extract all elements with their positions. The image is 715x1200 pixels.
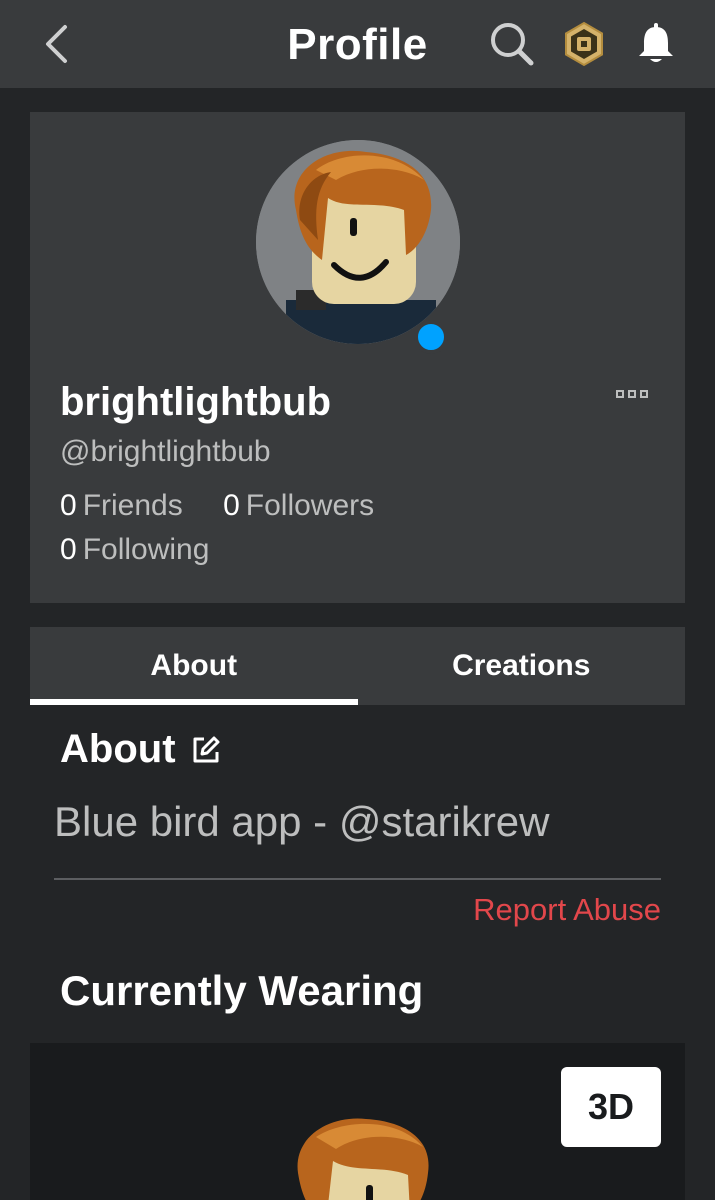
- avatar-image: [256, 140, 460, 344]
- more-dot-icon: [640, 390, 648, 398]
- report-abuse-link[interactable]: Report Abuse: [473, 892, 661, 928]
- avatar-3d-preview[interactable]: [288, 1113, 438, 1200]
- about-description: Blue bird app - @starikrew: [54, 798, 550, 845]
- notifications-button[interactable]: [632, 20, 680, 68]
- profile-tabs: About Creations: [30, 627, 685, 705]
- following-stat[interactable]: 0 Following: [60, 533, 209, 567]
- tab-creations[interactable]: Creations: [358, 627, 686, 705]
- avatar[interactable]: [256, 140, 460, 354]
- edit-icon[interactable]: [190, 734, 222, 766]
- followers-count: 0: [223, 489, 240, 522]
- search-button[interactable]: [488, 20, 536, 68]
- online-status-indicator: [414, 320, 448, 354]
- following-count: 0: [60, 533, 77, 566]
- bell-icon: [639, 23, 673, 62]
- followers-label: Followers: [245, 489, 375, 522]
- following-label: Following: [82, 533, 210, 566]
- tab-about[interactable]: About: [30, 627, 358, 705]
- stats-row: 0 Friends 0 Followers: [60, 489, 374, 523]
- currently-wearing-panel: 3D: [30, 1043, 685, 1200]
- followers-stat[interactable]: 0 Followers: [223, 489, 374, 523]
- about-title: About: [60, 727, 176, 771]
- more-options-button[interactable]: [610, 382, 654, 406]
- currently-wearing-heading: Currently Wearing: [60, 967, 424, 1014]
- divider: [54, 878, 661, 880]
- top-bar: Profile: [0, 0, 715, 88]
- display-name: brightlightbub: [60, 380, 332, 424]
- about-heading: About: [60, 727, 222, 772]
- more-dot-icon: [616, 390, 624, 398]
- profile-page: Profile brightlightbub @brightlightbub 0…: [0, 0, 715, 1200]
- stats-row: 0 Following: [60, 533, 209, 567]
- view-3d-button[interactable]: 3D: [561, 1067, 661, 1147]
- search-icon: [491, 23, 534, 66]
- robux-icon: [565, 21, 603, 67]
- profile-card: brightlightbub @brightlightbub 0 Friends …: [30, 112, 685, 603]
- robux-button[interactable]: [560, 20, 608, 68]
- friends-stat[interactable]: 0 Friends: [60, 489, 183, 523]
- friends-label: Friends: [82, 489, 183, 522]
- username: @brightlightbub: [60, 435, 271, 468]
- friends-count: 0: [60, 489, 77, 522]
- avatar-headshot: [256, 140, 460, 344]
- more-dot-icon: [628, 390, 636, 398]
